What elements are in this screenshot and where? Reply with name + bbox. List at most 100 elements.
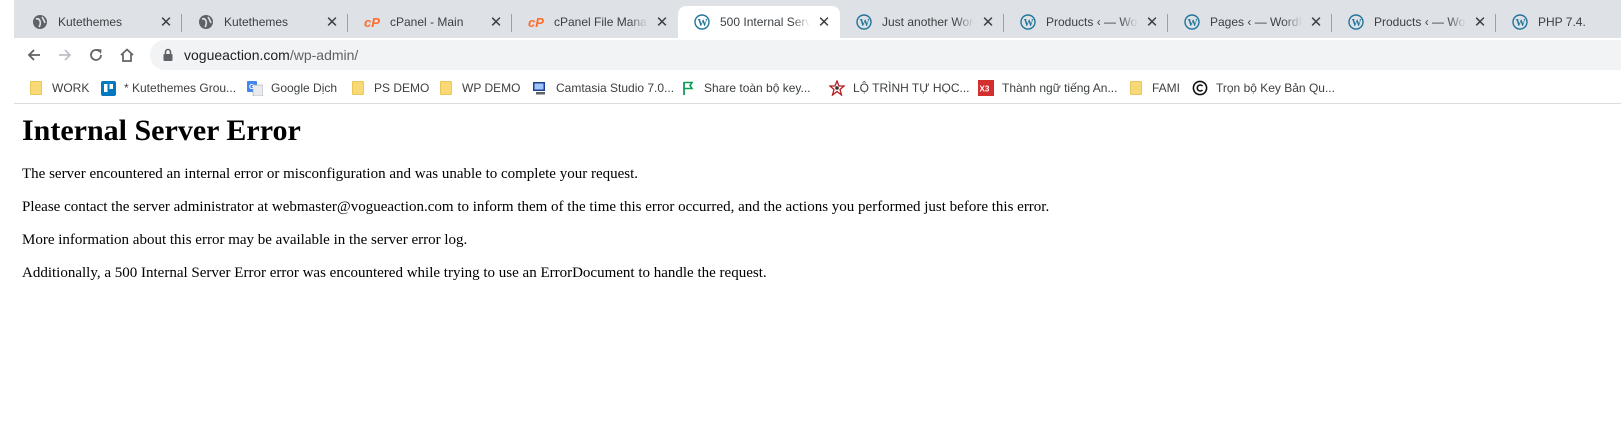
svg-text:cP: cP — [364, 15, 380, 30]
svg-text:W: W — [1024, 18, 1034, 29]
svg-text:G: G — [249, 84, 255, 91]
wordpress-icon: W — [1512, 14, 1528, 30]
address-bar[interactable]: vogueaction.com/wp-admin/ — [150, 40, 1621, 70]
close-icon[interactable]: ✕ — [158, 14, 174, 30]
tab-kutethemes-2[interactable]: Kutethemes ✕ — [182, 6, 348, 38]
close-icon[interactable]: ✕ — [816, 14, 832, 30]
folder-icon — [350, 80, 366, 96]
page-title: Internal Server Error — [22, 114, 301, 147]
svg-text:W: W — [1516, 18, 1526, 29]
wordpress-icon: W — [1184, 14, 1200, 30]
wordpress-icon: W — [694, 14, 710, 30]
toolbar: vogueaction.com/wp-admin/ — [0, 38, 1621, 71]
cpanel-icon: cP — [528, 14, 544, 30]
tab-strip: Kutethemes ✕ Kutethemes ✕ cP cPanel - Ma… — [0, 0, 1621, 38]
bookmark-label: Trọn bộ Key Bản Qu... — [1216, 81, 1335, 95]
svg-text:W: W — [860, 18, 870, 29]
close-icon[interactable]: ✕ — [324, 14, 340, 30]
close-icon[interactable]: ✕ — [980, 14, 996, 30]
tab-title: 500 Internal Server Error — [720, 15, 810, 29]
tab-cpanel-main[interactable]: cP cPanel - Main ✕ — [348, 6, 512, 38]
close-icon[interactable]: ✕ — [1472, 14, 1488, 30]
globe-icon — [198, 14, 214, 30]
url-path: /wp-admin/ — [289, 47, 359, 63]
bookmark-camtasia[interactable]: Camtasia Studio 7.0... — [532, 77, 674, 99]
svg-text:X3: X3 — [980, 85, 990, 94]
svg-text:cP: cP — [528, 15, 544, 30]
svg-text:W: W — [698, 18, 708, 29]
folder-icon — [1128, 80, 1144, 96]
bookmark-label: Share toàn bộ key... — [704, 81, 811, 95]
tab-cpanel-file-manager[interactable]: cP cPanel File Manager ✕ — [512, 6, 678, 38]
home-button[interactable] — [113, 41, 141, 69]
back-button[interactable] — [20, 41, 48, 69]
lock-icon[interactable] — [162, 48, 174, 62]
tab-products-wordpress-1[interactable]: W Products ‹ — WordPress ✕ — [1004, 6, 1168, 38]
bookmark-tron-bo-key[interactable]: Trọn bộ Key Bản Qu... — [1192, 77, 1335, 99]
bookmark-share-key[interactable]: Share toàn bộ key... — [680, 77, 811, 99]
browser-chrome: Kutethemes ✕ Kutethemes ✕ cP cPanel - Ma… — [0, 0, 1621, 105]
svg-text:W: W — [1352, 18, 1362, 29]
folder-icon — [438, 80, 454, 96]
wordpress-icon: W — [1348, 14, 1364, 30]
bookmark-label: Thành ngữ tiếng An... — [1002, 81, 1118, 95]
bookmark-label: Google Dịch — [271, 81, 338, 95]
url-host: vogueaction.com — [184, 47, 290, 63]
bookmarks-bar: WORK * Kutethemes Grou... G Google Dịch … — [0, 71, 1621, 104]
bookmark-label: * Kutethemes Grou... — [124, 81, 237, 95]
bookmark-label: FAMI — [1152, 81, 1181, 95]
trello-icon — [100, 80, 116, 96]
close-icon[interactable]: ✕ — [1144, 14, 1160, 30]
window-left-edge — [0, 0, 14, 428]
tab-kutethemes-1[interactable]: Kutethemes ✕ — [16, 6, 182, 38]
bookmark-lo-trinh[interactable]: LỘ TRÌNH TỰ HỌC... — [829, 77, 969, 99]
log-message: More information about this error may be… — [22, 232, 468, 248]
bookmark-label: Camtasia Studio 7.0... — [556, 81, 675, 95]
google-translate-icon: G — [247, 80, 263, 96]
x3-icon: X3 — [978, 80, 994, 96]
tab-just-another-wordpress-site[interactable]: W Just another WordPress site ✕ — [840, 6, 1004, 38]
tab-500-internal-server-error[interactable]: W 500 Internal Server Error ✕ — [678, 6, 840, 38]
tab-title: Just another WordPress site — [882, 15, 974, 29]
wordpress-icon: W — [856, 14, 872, 30]
flag-icon — [680, 80, 696, 96]
reload-icon — [90, 49, 102, 61]
forward-button[interactable] — [51, 41, 79, 69]
close-icon[interactable]: ✕ — [1308, 14, 1324, 30]
tab-php-74[interactable]: W PHP 7.4. — [1496, 6, 1621, 38]
wordpress-icon: W — [1020, 14, 1036, 30]
tab-title: Pages ‹ — WordPress — [1210, 15, 1302, 29]
bookmark-label: WORK — [52, 81, 90, 95]
tab-pages-wordpress[interactable]: W Pages ‹ — WordPress ✕ — [1168, 6, 1332, 38]
bookmark-kutethemes-group[interactable]: * Kutethemes Grou... — [100, 77, 236, 99]
tab-title: cPanel - Main — [390, 15, 464, 29]
bookmark-ps-demo[interactable]: PS DEMO — [350, 77, 429, 99]
bookmark-google-dich[interactable]: G Google Dịch — [247, 77, 337, 99]
cpanel-icon: cP — [364, 14, 380, 30]
star-icon — [829, 80, 845, 96]
reload-button[interactable] — [82, 41, 110, 69]
home-icon — [120, 48, 134, 62]
forward-arrow-icon — [59, 49, 72, 61]
folder-icon — [28, 80, 44, 96]
error-message: The server encountered an internal error… — [22, 166, 639, 182]
bookmark-wp-demo[interactable]: WP DEMO — [438, 77, 520, 99]
close-icon[interactable]: ✕ — [654, 14, 670, 30]
bookmark-label: WP DEMO — [462, 81, 521, 95]
tab-title: Products ‹ — WordPress — [1374, 15, 1466, 29]
bookmark-thanh-ngu[interactable]: X3 Thành ngữ tiếng An... — [978, 77, 1117, 99]
tab-title: Kutethemes — [224, 15, 289, 29]
tab-title: Products ‹ — WordPress — [1046, 15, 1138, 29]
svg-text:W: W — [1188, 18, 1198, 29]
bookmark-label: PS DEMO — [374, 81, 430, 95]
close-icon[interactable]: ✕ — [488, 14, 504, 30]
tab-title: cPanel File Manager — [554, 15, 648, 29]
camtasia-icon — [532, 80, 548, 96]
bookmark-fami[interactable]: FAMI — [1128, 77, 1180, 99]
globe-icon — [32, 14, 48, 30]
bookmark-work[interactable]: WORK — [28, 77, 89, 99]
page-content: Internal Server Error The server encount… — [22, 105, 1612, 298]
contact-message: Please contact the server administrator … — [22, 199, 1050, 215]
tab-products-wordpress-2[interactable]: W Products ‹ — WordPress ✕ — [1332, 6, 1496, 38]
copyright-icon — [1192, 80, 1208, 96]
